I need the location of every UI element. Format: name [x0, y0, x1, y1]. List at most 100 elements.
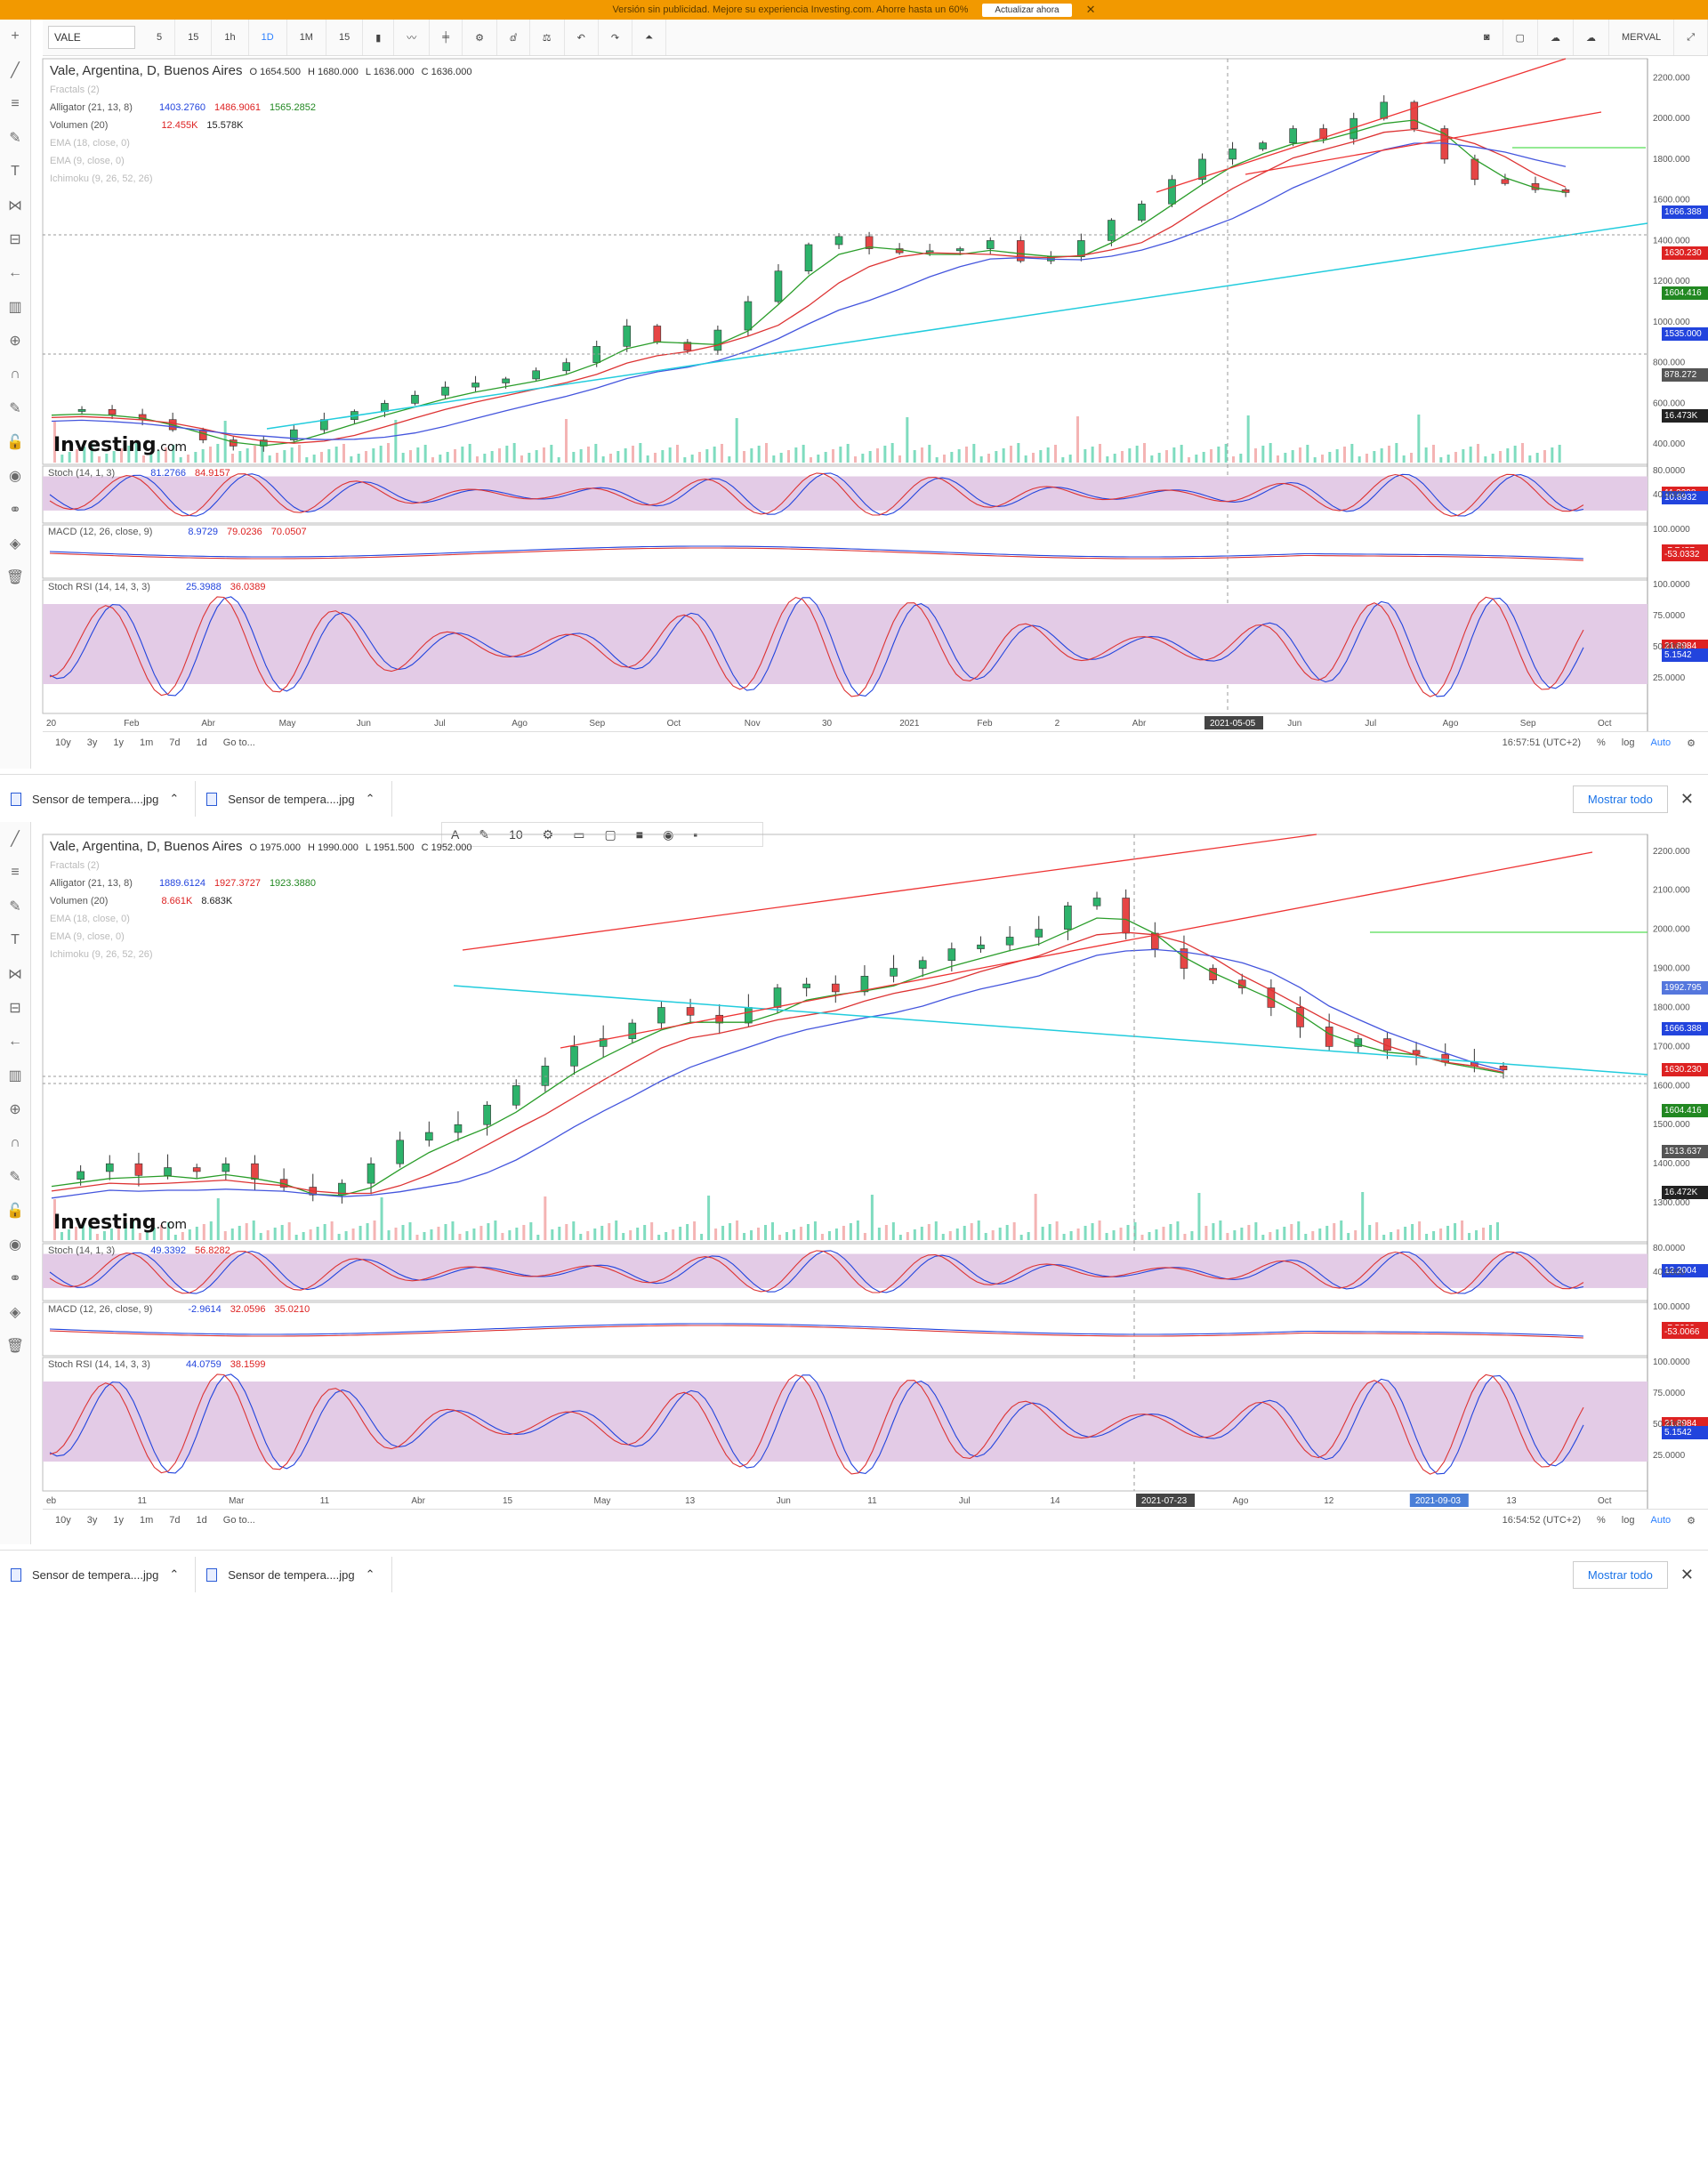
- range-button[interactable]: 10y: [55, 1515, 71, 1526]
- auto-toggle[interactable]: Auto: [1650, 737, 1671, 748]
- legend-ema18[interactable]: EMA (18, close, 0): [50, 910, 471, 928]
- ohlc-h: H 1680.000: [308, 67, 359, 77]
- range-button[interactable]: Go to...: [223, 737, 255, 748]
- indicator-value: 15.578K: [206, 120, 244, 131]
- volume-bar: [1219, 1220, 1222, 1240]
- range-button[interactable]: Go to...: [223, 1515, 255, 1526]
- indicator-label: Volumen (20): [50, 120, 109, 131]
- indicator-label: Fractals (2): [50, 860, 100, 871]
- candle-body: [502, 378, 510, 383]
- volume-bar: [373, 1220, 376, 1240]
- range-button[interactable]: 1d: [197, 1515, 207, 1526]
- volume-bar: [928, 445, 931, 463]
- volume-bar: [757, 446, 761, 463]
- log-toggle[interactable]: log: [1622, 1515, 1635, 1526]
- download-item-2[interactable]: Sensor de tempera....jpg ⌃: [196, 1557, 392, 1592]
- legend-volume[interactable]: Volumen (20) 12.455K 15.578K: [50, 117, 471, 134]
- volume-bar: [883, 446, 887, 463]
- indicator-value: 1565.2852: [269, 102, 316, 113]
- volume-bar: [593, 1229, 597, 1240]
- candle-body: [108, 408, 117, 415]
- clock-label: 16:57:51 (UTC+2): [1502, 737, 1582, 748]
- range-button[interactable]: 1y: [113, 1515, 124, 1526]
- range-button[interactable]: 1m: [140, 1515, 153, 1526]
- volume-bar: [1283, 1227, 1286, 1240]
- legend-alligator[interactable]: Alligator (21, 13, 8) 1403.2760 1486.9061 1…: [50, 99, 471, 117]
- close-icon[interactable]: ✕: [1680, 1566, 1694, 1584]
- chevron-up-icon[interactable]: ⌃: [366, 1567, 375, 1582]
- chevron-up-icon[interactable]: ⌃: [169, 792, 179, 806]
- candle-body: [1441, 1053, 1450, 1063]
- axis-value-tag: -53.0066: [1662, 1325, 1708, 1340]
- range-button[interactable]: 10y: [55, 737, 71, 748]
- range-button[interactable]: 7d: [169, 1515, 180, 1526]
- legend-ichimoku[interactable]: Ichimoku (9, 26, 52, 26): [50, 170, 471, 188]
- download-item-2[interactable]: Sensor de tempera....jpg ⌃: [196, 781, 392, 817]
- indicator-value: -2.9614: [188, 1304, 222, 1315]
- price-axis-label: 1000.000: [1653, 318, 1690, 327]
- upgrade-button[interactable]: Actualizar ahora: [982, 3, 1072, 17]
- volume-bar: [465, 1231, 469, 1240]
- legend-ema9[interactable]: EMA (9, close, 0): [50, 152, 471, 170]
- candle-body: [396, 1140, 404, 1164]
- volume-bar: [231, 454, 234, 463]
- candle-body: [1108, 220, 1116, 241]
- legend-ichimoku[interactable]: Ichimoku (9, 26, 52, 26): [50, 946, 471, 963]
- volume-bar: [676, 445, 679, 463]
- legend-volume[interactable]: Volumen (20) 8.661K 8.683K: [50, 892, 471, 910]
- volume-bar: [690, 455, 694, 463]
- chevron-up-icon[interactable]: ⌃: [366, 792, 375, 806]
- close-icon[interactable]: ✕: [1680, 790, 1694, 809]
- volume-bar: [579, 449, 583, 463]
- indicator-value: 1923.3880: [269, 878, 316, 889]
- price-axis-label: 2000.000: [1653, 925, 1690, 935]
- volume-bar: [401, 1225, 405, 1240]
- volume-bar: [365, 451, 367, 463]
- range-button[interactable]: 1d: [197, 737, 207, 748]
- volume-bar: [827, 1231, 831, 1240]
- percent-toggle[interactable]: %: [1597, 737, 1606, 748]
- volume-bar: [1233, 1230, 1237, 1240]
- volume-bar: [698, 452, 701, 463]
- volume-bar: [870, 1195, 874, 1240]
- volume-bar: [268, 455, 271, 463]
- volume-bar: [309, 1229, 312, 1240]
- candle-body: [251, 1163, 259, 1180]
- legend-fractals[interactable]: Fractals (2): [50, 857, 471, 874]
- percent-toggle[interactable]: %: [1597, 1515, 1606, 1526]
- show-all-button[interactable]: Mostrar todo: [1572, 1560, 1668, 1589]
- legend-ema9[interactable]: EMA (9, close, 0): [50, 928, 471, 946]
- show-all-button[interactable]: Mostrar todo: [1572, 785, 1668, 813]
- legend-alligator[interactable]: Alligator (21, 13, 8) 1889.6124 1927.3727 1…: [50, 874, 471, 892]
- volume-bar: [290, 447, 294, 463]
- download-item-1[interactable]: Sensor de tempera....jpg ⌃: [0, 781, 197, 817]
- settings-icon[interactable]: ⚙: [1687, 1515, 1696, 1527]
- range-button[interactable]: 7d: [169, 737, 180, 748]
- volume-bar: [142, 455, 145, 463]
- legend-fractals[interactable]: Fractals (2): [50, 81, 471, 99]
- candle-body: [628, 1022, 637, 1039]
- candle-body: [955, 248, 964, 252]
- indicator-value: 70.0507: [270, 527, 307, 537]
- legend-ema18[interactable]: EMA (18, close, 0): [50, 134, 471, 152]
- volume-bar: [629, 1230, 632, 1240]
- range-button[interactable]: 3y: [87, 737, 98, 748]
- close-promo-icon[interactable]: ✕: [1086, 3, 1096, 17]
- auto-toggle[interactable]: Auto: [1650, 1515, 1671, 1526]
- time-axis-label: 2021-09-03: [1415, 1496, 1462, 1506]
- range-button[interactable]: 1y: [113, 737, 124, 748]
- volume-bar: [587, 447, 590, 463]
- volume-bar: [558, 1227, 561, 1240]
- range-button[interactable]: 1m: [140, 737, 153, 748]
- chevron-up-icon[interactable]: ⌃: [169, 1567, 179, 1582]
- log-toggle[interactable]: log: [1622, 737, 1635, 748]
- settings-icon[interactable]: ⚙: [1687, 737, 1696, 749]
- chart-panel-1: + ╱ ≡ ✎ T ⋈ ⊟ ← ▥ ⊕ ∩ ✎ 🔓 ◉ ⚭ ◈ 🗑 VALE 5 15 1h 1D 1M 15 ▮ 〰 ╪ ⚙ ⅆ ⚖ ↶ ↷…: [0, 20, 1708, 769]
- axis-value-tag: 1992.795: [1662, 981, 1708, 995]
- volume-bar: [1410, 453, 1413, 463]
- candle-body: [562, 362, 570, 372]
- download-item-1[interactable]: Sensor de tempera....jpg ⌃: [0, 1557, 197, 1592]
- range-button[interactable]: 3y: [87, 1515, 98, 1526]
- volume-bar: [1210, 449, 1213, 463]
- volume-bar: [138, 1233, 141, 1240]
